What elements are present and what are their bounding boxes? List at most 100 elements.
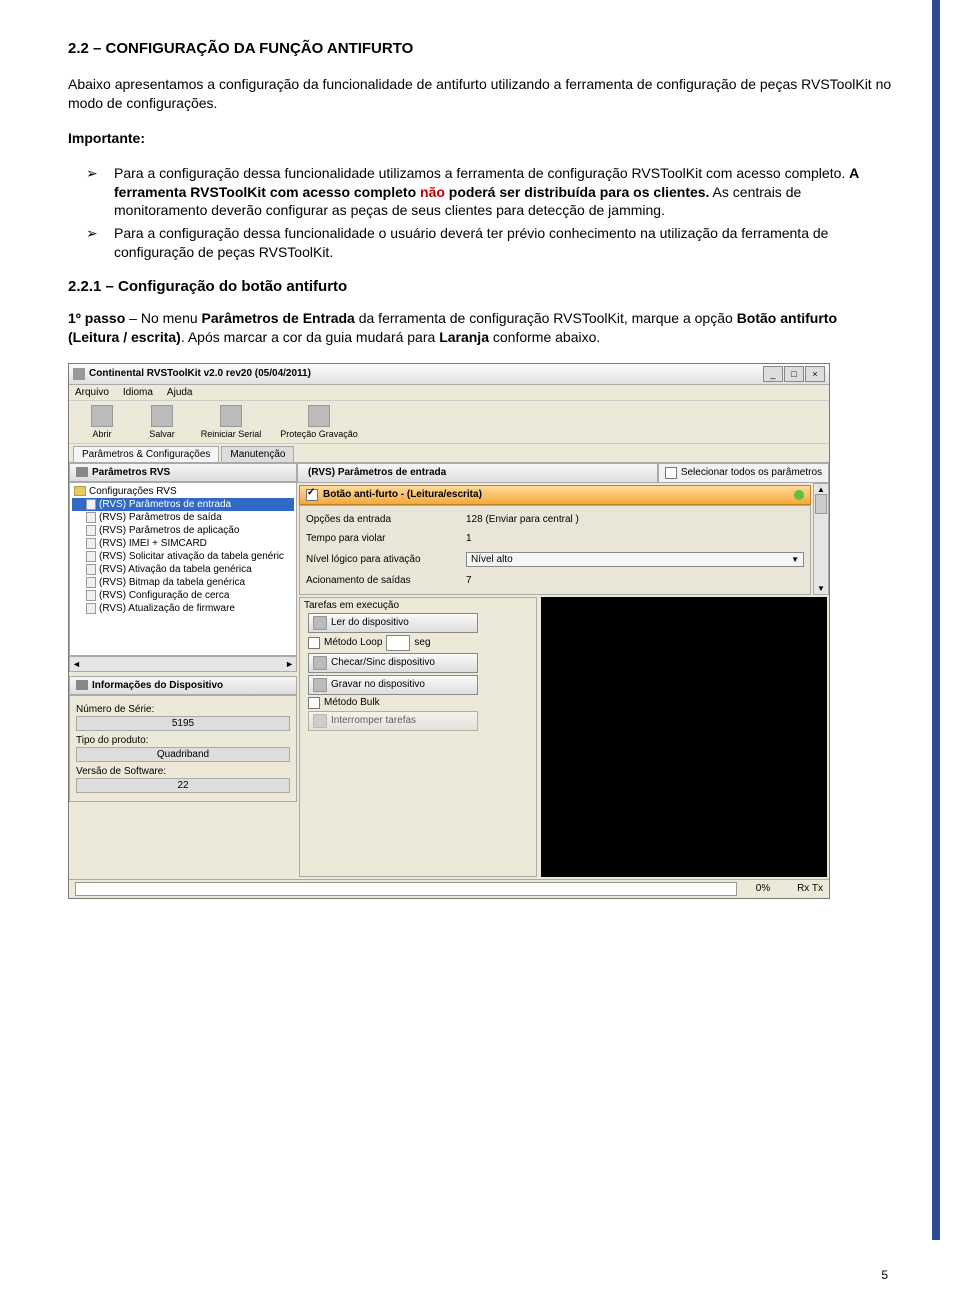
app-icon [73,368,85,380]
loop-option[interactable]: Método Loopseg [308,635,478,651]
tree-item-parametros-entrada[interactable]: (RVS) Parâmetros de entrada [72,498,294,511]
tree-item-solicitar-ativacao[interactable]: (RVS) Solicitar ativação da tabela genér… [72,550,294,563]
config-tree[interactable]: Configurações RVS (RVS) Parâmetros de en… [69,482,297,656]
panel-parametros-rvs-header: Parâmetros RVS [69,463,297,482]
field-opcoes-entrada-value[interactable]: 128 (Enviar para central ) [466,514,804,525]
bullet-arrow-icon: ➢ [68,224,114,262]
statusbar: 0% Rx Tx [69,879,829,898]
field-tempo-violar-label: Tempo para violar [306,533,466,544]
menu-ajuda[interactable]: Ajuda [167,387,193,398]
scroll-up-icon[interactable]: ▲ [817,485,825,494]
tree-item-config-cerca[interactable]: (RVS) Configuração de cerca [72,589,294,602]
write-icon [313,678,327,692]
doc-icon [86,577,96,588]
field-tempo-violar-value[interactable]: 1 [466,533,804,544]
scroll-down-icon[interactable]: ▼ [817,584,825,593]
window-title: Continental RVSToolKit v2.0 rev20 (05/04… [89,368,763,379]
status-dot-icon [794,490,804,500]
field-acionamento-saidas-label: Acionamento de saídas [306,575,466,586]
checkbox-icon[interactable] [308,697,320,709]
toolbar-abrir[interactable]: Abrir [75,405,129,439]
page-side-bar [932,0,940,1240]
lock-icon [308,405,330,427]
progress-bar [75,882,737,896]
toolbar-reiniciar-serial[interactable]: Reiniciar Serial [195,405,267,439]
select-all-parameters[interactable]: Selecionar todos os parâmetros [658,463,829,483]
antifurto-group-header[interactable]: Botão anti-furto - (Leitura/escrita) [299,485,811,505]
doc-icon [86,525,96,536]
serial-value: 5195 [76,716,290,731]
bullet-1-text: Para a configuração dessa funcionalidade… [114,164,892,221]
tasks-title: Tarefas em execução [304,600,532,611]
doc-icon [86,538,96,549]
doc-icon [86,551,96,562]
field-nivel-logico-label: Nível lógico para ativação [306,554,466,565]
field-nivel-logico-dropdown[interactable]: Nível alto▼ [466,552,804,567]
tab-parametros[interactable]: Parâmetros & Configurações [73,446,219,462]
tree-item-parametros-saida[interactable]: (RVS) Parâmetros de saída [72,511,294,524]
open-icon [91,405,113,427]
titlebar: Continental RVSToolKit v2.0 rev20 (05/04… [69,364,829,385]
rx-tx-indicator: Rx Tx [783,883,829,894]
tree-h-scrollbar[interactable]: ◄► [69,656,297,672]
panel-info-dispositivo-header: Informações do Dispositivo [69,676,297,695]
panel-icon [76,680,88,690]
field-opcoes-entrada-label: Opções da entrada [306,514,466,525]
tree-item-ativacao-tabela[interactable]: (RVS) Ativação da tabela genérica [72,563,294,576]
tree-item-atualizacao-firmware[interactable]: (RVS) Atualização de firmware [72,602,294,615]
write-device-button[interactable]: Gravar no dispositivo [308,675,478,695]
restart-icon [220,405,242,427]
menu-idioma[interactable]: Idioma [123,387,153,398]
doc-icon [86,590,96,601]
sync-icon [313,656,327,670]
product-type-value: Quadriband [76,747,290,762]
scroll-left-icon[interactable]: ◄ [72,659,81,669]
log-console [541,597,827,877]
fields-v-scrollbar[interactable]: ▲ ▼ [813,483,829,595]
toolbar-protecao-gravacao[interactable]: Proteção Gravação [273,405,365,439]
bulk-option[interactable]: Método Bulk [308,697,478,709]
save-icon [151,405,173,427]
maximize-button[interactable]: □ [784,366,804,382]
stop-tasks-button[interactable]: Interromper tarefas [308,711,478,731]
tasks-panel: Tarefas em execução Ler do dispositivo M… [299,597,537,877]
tree-item-imei-simcard[interactable]: (RVS) IMEI + SIMCARD [72,537,294,550]
checkbox-icon[interactable] [665,467,677,479]
tree-item-bitmap-tabela[interactable]: (RVS) Bitmap da tabela genérica [72,576,294,589]
section-heading: 2.2 – CONFIGURAÇÃO DA FUNÇÃO ANTIFURTO [68,40,892,57]
tree-item-parametros-aplicacao[interactable]: (RVS) Parâmetros de aplicação [72,524,294,537]
tab-strip: Parâmetros & Configurações Manutenção [69,444,829,462]
tree-root[interactable]: Configurações RVS [72,485,294,498]
progress-percent: 0% [743,883,783,894]
checkbox-checked-icon[interactable] [306,489,318,501]
read-icon [313,616,327,630]
step-1-paragraph: 1º passo – No menu Parâmetros de Entrada… [68,309,892,347]
toolbar: Abrir Salvar Reiniciar Serial Proteção G… [69,401,829,444]
field-acionamento-saidas-value[interactable]: 7 [466,575,804,586]
panel-icon [76,467,88,477]
app-window: Continental RVSToolKit v2.0 rev20 (05/04… [68,363,830,899]
importante-label: Importante: [68,129,892,148]
menubar: Arquivo Idioma Ajuda [69,385,829,401]
subsection-heading: 2.2.1 – Configuração do botão antifurto [68,278,892,295]
panel-parametros-entrada-header: (RVS) Parâmetros de entrada [297,463,658,483]
toolbar-salvar[interactable]: Salvar [135,405,189,439]
bullet-list: ➢ Para a configuração dessa funcionalida… [68,164,892,262]
menu-arquivo[interactable]: Arquivo [75,387,109,398]
minimize-button[interactable]: _ [763,366,783,382]
chevron-down-icon: ▼ [791,555,799,564]
check-sync-button[interactable]: Checar/Sinc dispositivo [308,653,478,673]
software-version-value: 22 [76,778,290,793]
bullet-2-text: Para a configuração dessa funcionalidade… [114,224,892,262]
read-device-button[interactable]: Ler do dispositivo [308,613,478,633]
tab-manutencao[interactable]: Manutenção [221,446,294,462]
checkbox-icon[interactable] [308,637,320,649]
product-type-label: Tipo do produto: [76,735,290,746]
scroll-right-icon[interactable]: ► [285,659,294,669]
scroll-thumb[interactable] [815,494,827,514]
close-button[interactable]: × [805,366,825,382]
doc-icon [86,512,96,523]
loop-seconds-spinner[interactable] [386,635,410,651]
parameter-fields: Opções da entrada128 (Enviar para centra… [299,505,811,595]
doc-icon [86,564,96,575]
